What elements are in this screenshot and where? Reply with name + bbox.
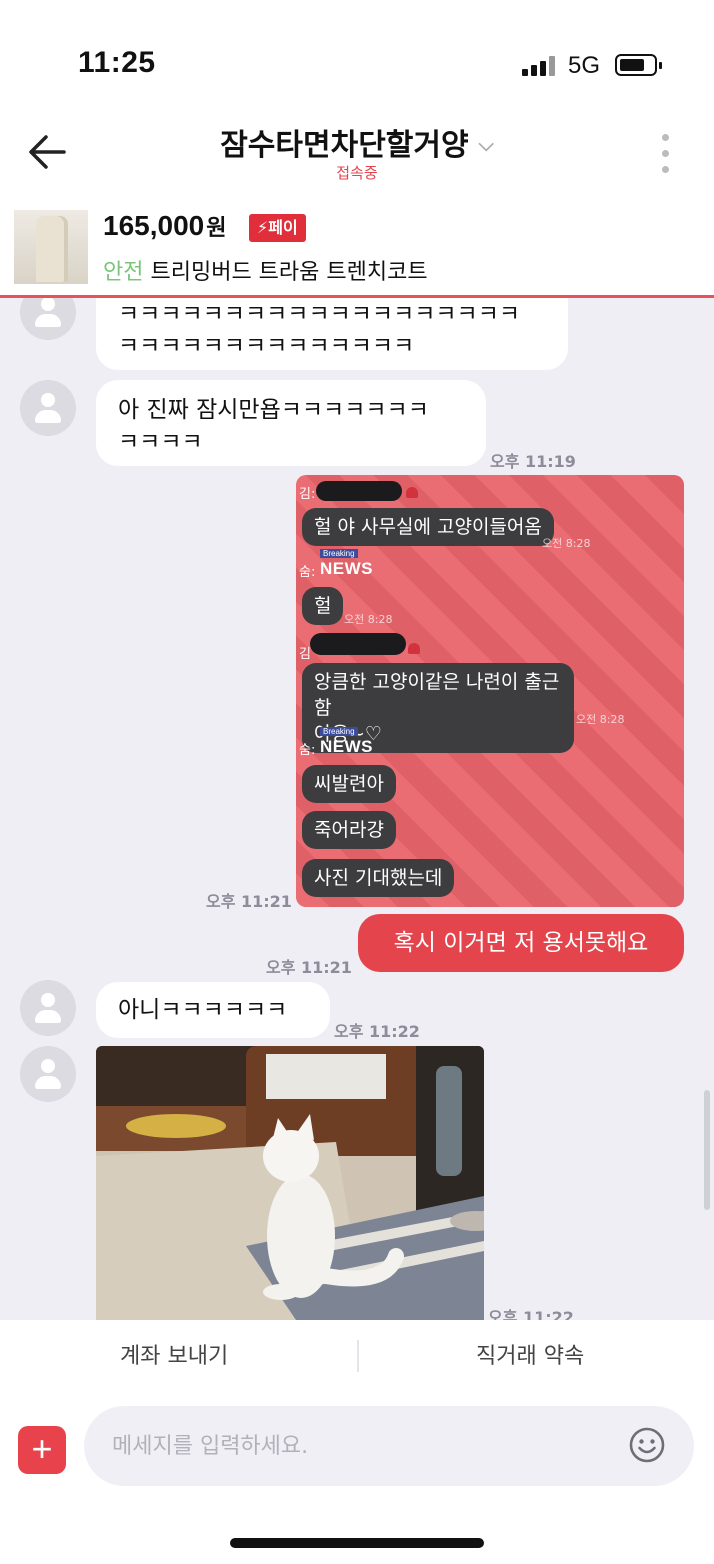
sender-name: 숨: [299,565,316,580]
shared-screenshot[interactable]: 김: 헐 야 사무실에 고양이들어옴 오전 8:28 숨: Breaking NE… [296,475,684,907]
pay-badge: ⚡페이 [249,214,306,242]
message-time: 오후 11:21 [206,892,292,911]
chat-header: 잠수타면차단할거양 ⌵ 접속중 [0,110,714,200]
screenshot-bubble: 헐 야 사무실에 고양이들어옴 [302,508,554,546]
emoji-button[interactable] [628,1426,666,1464]
send-account-button[interactable]: 계좌 보내기 [120,1340,228,1374]
scrollbar[interactable] [704,1090,710,1210]
news-badge: Breaking NEWS [320,549,373,578]
chevron-down-icon: ⌵ [478,134,494,156]
divider [357,1340,359,1372]
battery-icon [615,54,662,76]
message-list[interactable]: ㅋㅋㅋㅋㅋㅋㅋㅋㅋㅋㅋㅋㅋㅋㅋㅋㅋㅋㅋ ㅋㅋㅋㅋㅋㅋㅋㅋㅋㅋㅋㅋㅋㅋ 아 진짜 … [0,298,714,1320]
news-badge: Breaking NEWS [320,727,373,756]
message-time: 오후 11:22 [488,1308,574,1320]
screenshot-time: 오전 8:28 [542,537,591,550]
avatar [20,980,76,1036]
message-time: 오후 11:21 [266,958,352,977]
plus-icon: + [31,1428,53,1469]
signal-icon [522,56,556,76]
redaction-bar [310,633,406,655]
message-line: ㅋㅋㅋㅋ [118,429,203,455]
screenshot-bubble: 헐 [302,587,344,625]
bottom-bar: 계좌 보내기 직거래 약속 + [0,1320,714,1564]
message-time: 오후 11:19 [490,452,576,471]
product-price: 165,000원 [103,210,227,241]
screenshot-time: 오전 8:28 [576,713,625,726]
message-input-wrapper [84,1406,694,1486]
chat-partner-title[interactable]: 잠수타면차단할거양 ⌵ [0,120,714,164]
partner-name: 잠수타면차단할거양 [220,129,469,162]
heart-icon [408,643,420,654]
clock: 11:25 [78,46,156,79]
product-banner[interactable]: 165,000원 ⚡페이 안전 트리밍버드 트라움 트렌치코트 [0,200,714,298]
avatar [20,380,76,436]
message-bubble: 아니ㅋㅋㅋㅋㅋㅋ [96,982,330,1038]
screenshot-bubble: 사진 기대했는데 [302,859,455,897]
network-label: 5G [568,52,601,79]
screenshot-bubble: 씨발련아 [302,765,396,803]
screenshot-bubble: 죽어라걍 [302,811,396,849]
avatar [20,1046,76,1102]
message-bubble: ㅋㅋㅋㅋㅋㅋㅋㅋㅋㅋㅋㅋㅋㅋㅋㅋㅋㅋㅋ ㅋㅋㅋㅋㅋㅋㅋㅋㅋㅋㅋㅋㅋㅋ [96,298,568,370]
message-line: 아 진짜 잠시만욥ㅋㅋㅋㅋㅋㅋㅋ [118,397,429,423]
cat-photo[interactable] [96,1046,484,1320]
direct-deal-button[interactable]: 직거래 약속 [476,1340,584,1374]
product-name: 트리밍버드 트라움 트렌치코트 [150,260,428,285]
online-status: 접속중 [336,164,378,182]
product-title: 안전 트리밍버드 트라움 트렌치코트 [103,254,428,286]
cat-photo-image [96,1046,484,1320]
chat-screen: 11:25 5G 잠수타면차단할거양 ⌵ 접속중 165,000원 ⚡페이 안전 … [0,0,714,1564]
safe-label: 안전 [103,260,144,285]
message-line: ㅋㅋㅋㅋㅋㅋㅋㅋㅋㅋㅋㅋㅋㅋㅋㅋㅋㅋㅋ [118,301,521,327]
message-input[interactable] [112,1424,592,1468]
heart-icon [406,487,418,498]
attach-plus-button[interactable]: + [18,1426,66,1474]
more-menu-button[interactable] [660,132,672,176]
message-line: ㅋㅋㅋㅋㅋㅋㅋㅋㅋㅋㅋㅋㅋㅋ [118,333,415,359]
home-indicator[interactable] [230,1538,484,1548]
sender-name: 숨: [299,743,316,758]
status-bar: 11:25 5G [0,0,714,110]
avatar [20,298,76,340]
sender-name: 김: [299,487,316,502]
screenshot-time: 오전 8:28 [344,613,393,626]
message-time: 오후 11:22 [334,1022,420,1041]
redaction-bar [316,481,402,501]
message-bubble: 아 진짜 잠시만욥ㅋㅋㅋㅋㅋㅋㅋ ㅋㅋㅋㅋ [96,380,486,466]
product-thumbnail [14,210,88,284]
my-message-bubble: 혹시 이거면 저 용서못해요 [358,914,684,972]
